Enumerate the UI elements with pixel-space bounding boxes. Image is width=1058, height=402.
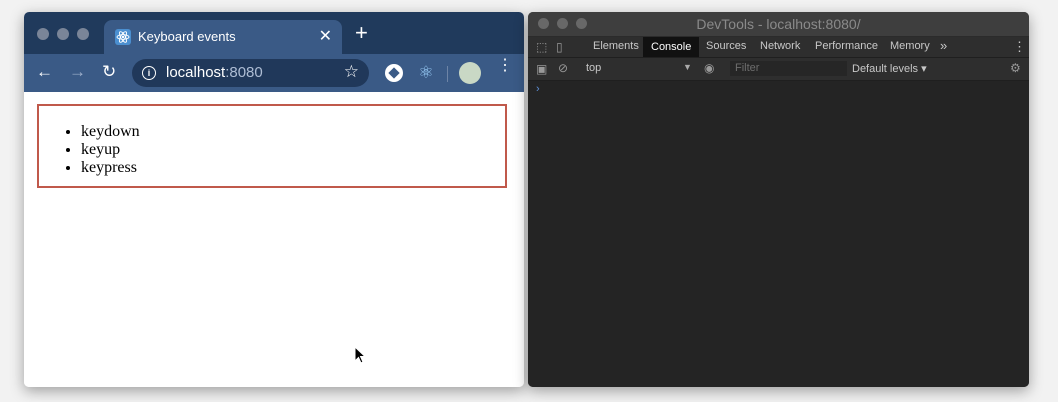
- clear-console-icon[interactable]: ⊘: [558, 61, 568, 75]
- info-icon[interactable]: i: [142, 66, 156, 80]
- list-item: keyup: [81, 141, 140, 159]
- profile-avatar[interactable]: [459, 62, 481, 84]
- devtools-window-title: DevTools - localhost:8080/: [696, 16, 861, 32]
- toolbar-divider: [447, 66, 448, 82]
- tab-keyboard-events[interactable]: Keyboard events ✕: [104, 20, 342, 54]
- page-viewport: keydown keyup keypress: [24, 92, 524, 387]
- tab-network[interactable]: Network: [760, 40, 800, 52]
- console-prompt[interactable]: ›: [536, 83, 540, 95]
- device-toolbar-icon[interactable]: ▯: [556, 40, 563, 54]
- console-settings-gear-icon[interactable]: ⚙: [1010, 61, 1021, 75]
- react-icon: [115, 29, 131, 45]
- live-expression-eye-icon[interactable]: ◉: [704, 61, 714, 75]
- minimize-window-button[interactable]: [57, 28, 69, 40]
- console-toolbar: ▣ ⊘ top ▼ ◉ Filter Default levels ▾ ⚙: [528, 58, 1029, 81]
- url-host: localhost: [166, 64, 226, 81]
- devtools-titlebar: DevTools - localhost:8080/: [528, 12, 1029, 37]
- bookmark-star-icon[interactable]: ☆: [344, 62, 359, 82]
- console-filter-input[interactable]: Filter: [730, 61, 847, 76]
- back-button[interactable]: ←: [36, 61, 53, 83]
- tab-performance[interactable]: Performance: [815, 40, 878, 52]
- react-devtools-icon[interactable]: ⚛: [417, 64, 435, 82]
- inspect-element-icon[interactable]: ⬚: [536, 40, 547, 54]
- reload-button[interactable]: ↻: [102, 61, 116, 83]
- close-window-button[interactable]: [37, 28, 49, 40]
- tab-elements[interactable]: Elements: [593, 40, 639, 52]
- mouse-cursor-icon: [354, 345, 367, 369]
- devtools-window: DevTools - localhost:8080/ ⬚ ▯ Elements …: [528, 12, 1029, 387]
- forward-button[interactable]: →: [69, 61, 86, 83]
- browser-window: Keyboard events ✕ + ← → ↻ i localhost:80…: [24, 12, 524, 387]
- console-output[interactable]: ›: [528, 81, 1029, 387]
- tab-title: Keyboard events: [138, 29, 236, 44]
- tab-sources[interactable]: Sources: [706, 40, 746, 52]
- event-list-box: keydown keyup keypress: [37, 104, 507, 188]
- extension-icon[interactable]: [385, 64, 403, 82]
- devtools-menu-icon[interactable]: ⋮: [1013, 39, 1026, 55]
- event-list: keydown keyup keypress: [81, 123, 140, 177]
- tab-strip: Keyboard events ✕ +: [24, 12, 524, 54]
- url-port: :8080: [225, 64, 263, 81]
- more-tabs-icon[interactable]: »: [940, 38, 947, 53]
- list-item: keypress: [81, 159, 140, 177]
- browser-menu-icon[interactable]: ⋮: [497, 58, 513, 74]
- devtools-tab-bar: ⬚ ▯ Elements Console Sources Network Per…: [528, 37, 1029, 58]
- log-levels-dropdown[interactable]: Default levels ▾: [852, 62, 927, 75]
- new-tab-button[interactable]: +: [355, 22, 368, 44]
- address-bar[interactable]: i localhost:8080 ☆: [132, 59, 369, 87]
- tab-memory[interactable]: Memory: [890, 40, 930, 52]
- zoom-window-button[interactable]: [77, 28, 89, 40]
- browser-toolbar: ← → ↻ i localhost:8080 ☆ ⚛ ⋮: [24, 54, 524, 92]
- close-tab-icon[interactable]: ✕: [319, 26, 332, 46]
- url-text: localhost:8080: [166, 64, 263, 81]
- list-item: keydown: [81, 123, 140, 141]
- context-dropdown-icon[interactable]: ▼: [683, 62, 692, 72]
- sidebar-toggle-icon[interactable]: ▣: [536, 62, 547, 76]
- context-selector[interactable]: top: [586, 62, 601, 74]
- tab-console[interactable]: Console: [643, 37, 700, 57]
